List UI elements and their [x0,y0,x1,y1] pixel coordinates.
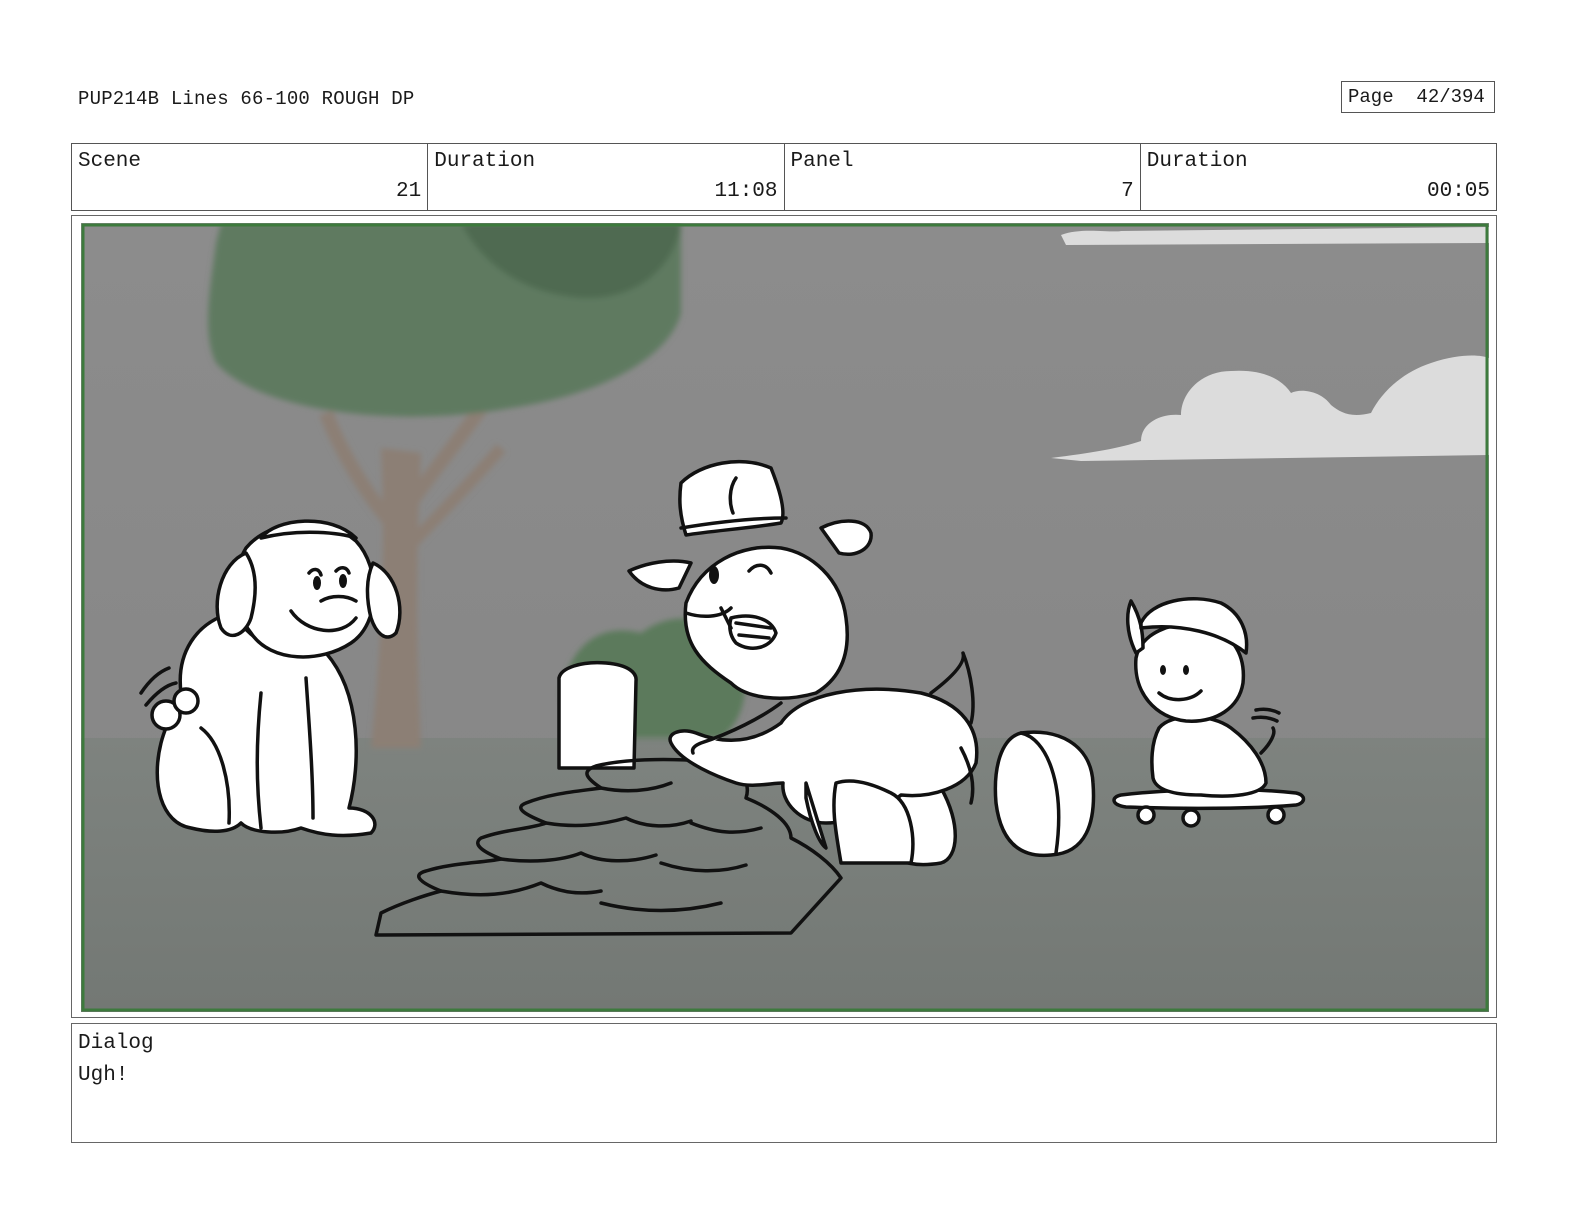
panel-illustration [81,223,1489,1012]
scene-value: 21 [396,180,422,203]
scene-label: Scene [78,150,142,173]
panel-duration-cell: Duration 00:05 [1141,144,1496,210]
panel-duration-value: 00:05 [1426,180,1490,203]
panel-value: 7 [1121,180,1134,203]
dialog-box: Dialog Ugh! [71,1023,1497,1143]
page-number: 42/394 [1416,86,1485,108]
page-label: Page [1348,86,1394,108]
panel-cell: Panel 7 [785,144,1141,210]
panel-duration-label: Duration [1146,150,1248,173]
scene-duration-value: 11:08 [714,180,778,203]
document-title: PUP214B Lines 66-100 ROUGH DP [78,88,415,110]
storyboard-panel [71,215,1497,1018]
scene-cell: Scene 21 [72,144,429,210]
tree-stump [557,660,638,770]
scene-duration-label: Duration [434,150,536,173]
scene-duration-cell: Duration 11:08 [428,144,785,210]
scene-info-table: Scene 21 Duration 11:08 Panel 7 Duration… [71,143,1497,211]
dialog-text: Ugh! [78,1064,129,1087]
panel-label: Panel [790,150,854,173]
page-indicator: Page 42/394 [1341,81,1495,113]
dialog-label: Dialog [78,1032,154,1055]
